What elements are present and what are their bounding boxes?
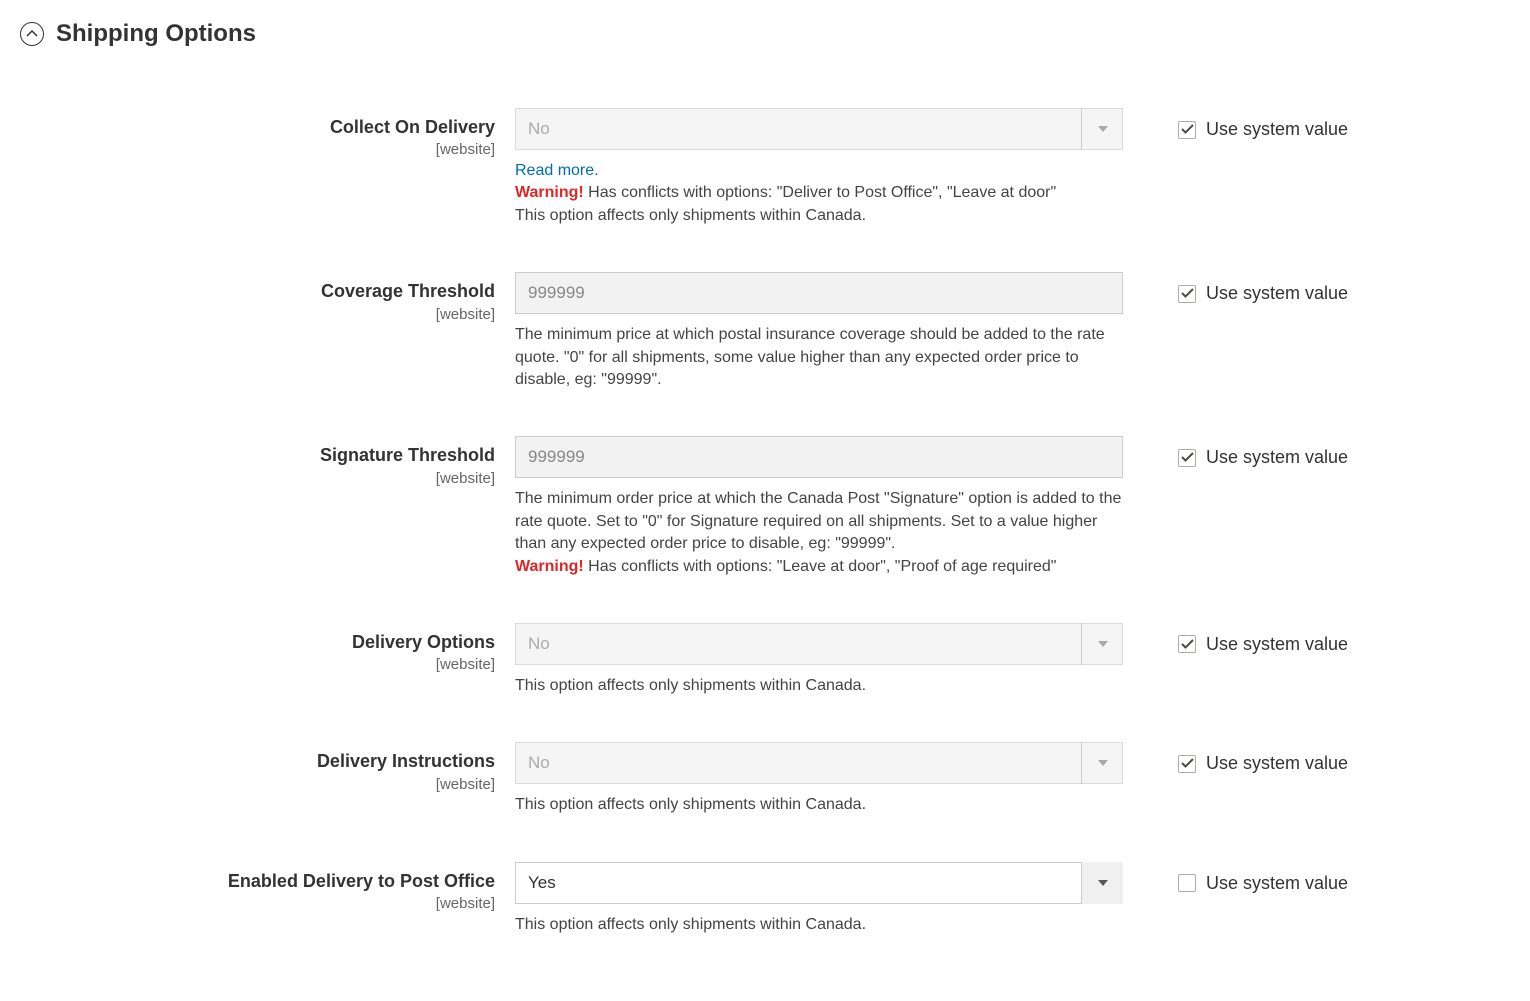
field-control-col: No This option affects only shipments wi… [515, 742, 1123, 816]
note-text: The minimum price at which postal insura… [515, 326, 1105, 388]
section-header[interactable]: Shipping Options [20, 20, 1510, 48]
checkbox-col: Use system value [1123, 623, 1348, 655]
scope-label: [website] [20, 306, 495, 323]
field-control-col: The minimum order price at which the Can… [515, 436, 1123, 578]
field-control-col: No This option affects only shipments wi… [515, 623, 1123, 697]
select-wrap: No [515, 623, 1123, 665]
field-label-col: Delivery Options [website] [20, 623, 515, 673]
note-text: The minimum order price at which the Can… [515, 490, 1121, 552]
field-collect-on-delivery: Collect On Delivery [website] No Read mo… [20, 108, 1510, 227]
field-label: Signature Threshold [20, 444, 495, 467]
checkbox-col: Use system value [1123, 436, 1348, 468]
select-wrap: No [515, 742, 1123, 784]
warning-text: Has conflicts with options: "Leave at do… [584, 558, 1057, 575]
checkbox-col: Use system value [1123, 742, 1348, 774]
use-system-value-checkbox[interactable] [1178, 449, 1196, 467]
help-text: This option affects only shipments withi… [515, 914, 1123, 936]
signature-threshold-input [515, 436, 1123, 478]
delivery-instructions-select: No [515, 742, 1123, 784]
warning-label: Warning! [515, 558, 584, 575]
scope-label: [website] [20, 656, 495, 673]
field-label-col: Coverage Threshold [website] [20, 272, 515, 322]
note-text: This option affects only shipments withi… [515, 207, 866, 224]
note-text: This option affects only shipments withi… [515, 796, 866, 813]
select-wrap: No [515, 108, 1123, 150]
field-label: Delivery Options [20, 631, 495, 654]
help-text: The minimum price at which postal insura… [515, 324, 1123, 391]
note-text: This option affects only shipments withi… [515, 677, 866, 694]
coverage-threshold-input [515, 272, 1123, 314]
delivery-options-select: No [515, 623, 1123, 665]
use-system-value-label[interactable]: Use system value [1206, 447, 1348, 468]
use-system-value-checkbox[interactable] [1178, 874, 1196, 892]
use-system-value-checkbox[interactable] [1178, 635, 1196, 653]
scope-label: [website] [20, 776, 495, 793]
checkbox-col: Use system value [1123, 272, 1348, 304]
warning-text: Has conflicts with options: "Deliver to … [584, 184, 1056, 201]
read-more-link[interactable]: Read more. [515, 162, 599, 179]
chevron-up-icon [20, 22, 44, 46]
use-system-value-checkbox[interactable] [1178, 285, 1196, 303]
scope-label: [website] [20, 895, 495, 912]
help-text: The minimum order price at which the Can… [515, 488, 1123, 578]
scope-label: [website] [20, 141, 495, 158]
field-coverage-threshold: Coverage Threshold [website] The minimum… [20, 272, 1510, 391]
field-control-col: Yes This option affects only shipments w… [515, 862, 1123, 936]
field-label: Delivery Instructions [20, 750, 495, 773]
field-delivery-to-post-office: Enabled Delivery to Post Office [website… [20, 862, 1510, 936]
field-signature-threshold: Signature Threshold [website] The minimu… [20, 436, 1510, 578]
use-system-value-checkbox[interactable] [1178, 121, 1196, 139]
field-delivery-instructions: Delivery Instructions [website] No This … [20, 742, 1510, 816]
use-system-value-label[interactable]: Use system value [1206, 873, 1348, 894]
field-label-col: Enabled Delivery to Post Office [website… [20, 862, 515, 912]
section-title: Shipping Options [56, 20, 256, 48]
use-system-value-label[interactable]: Use system value [1206, 634, 1348, 655]
field-label-col: Signature Threshold [website] [20, 436, 515, 486]
select-wrap: Yes [515, 862, 1123, 904]
help-text: Read more. Warning! Has conflicts with o… [515, 160, 1123, 227]
field-control-col: The minimum price at which postal insura… [515, 272, 1123, 391]
collect-on-delivery-select: No [515, 108, 1123, 150]
field-label-col: Collect On Delivery [website] [20, 108, 515, 158]
use-system-value-label[interactable]: Use system value [1206, 753, 1348, 774]
field-delivery-options: Delivery Options [website] No This optio… [20, 623, 1510, 697]
help-text: This option affects only shipments withi… [515, 675, 1123, 697]
note-text: This option affects only shipments withi… [515, 916, 866, 933]
field-label: Enabled Delivery to Post Office [20, 870, 495, 893]
delivery-to-post-office-select[interactable]: Yes [515, 862, 1123, 904]
scope-label: [website] [20, 470, 495, 487]
checkbox-col: Use system value [1123, 862, 1348, 894]
checkbox-col: Use system value [1123, 108, 1348, 140]
use-system-value-checkbox[interactable] [1178, 755, 1196, 773]
use-system-value-label[interactable]: Use system value [1206, 119, 1348, 140]
help-text: This option affects only shipments withi… [515, 794, 1123, 816]
field-control-col: No Read more. Warning! Has conflicts wit… [515, 108, 1123, 227]
field-label: Coverage Threshold [20, 280, 495, 303]
use-system-value-label[interactable]: Use system value [1206, 283, 1348, 304]
warning-label: Warning! [515, 184, 584, 201]
field-label-col: Delivery Instructions [website] [20, 742, 515, 792]
field-label: Collect On Delivery [20, 116, 495, 139]
